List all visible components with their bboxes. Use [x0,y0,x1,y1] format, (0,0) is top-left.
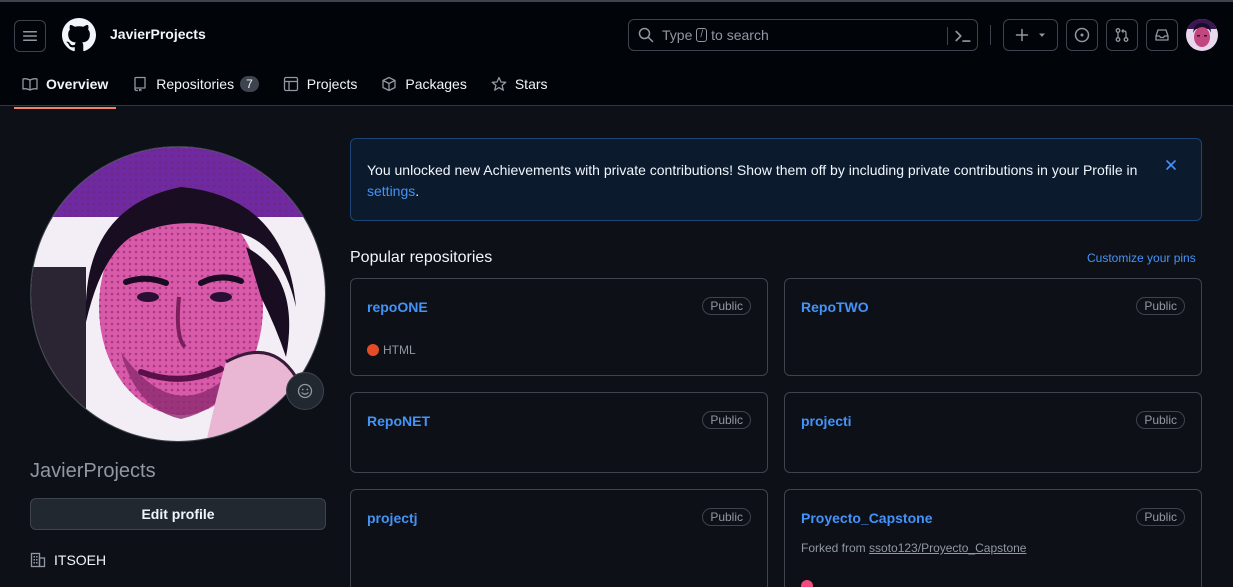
repo-card: repoONE Public HTML [350,278,768,376]
repo-name-link[interactable]: projectj [367,510,418,526]
hamburger-icon [23,31,37,41]
organization-name: ITSOEH [54,552,107,568]
settings-link[interactable]: settings [367,183,415,199]
app-header: JavierProjects Type / to search Overview… [0,0,1233,109]
search-prefix: Type [662,27,693,43]
repo-name-link[interactable]: projecti [801,413,852,429]
repo-name-link[interactable]: RepoNET [367,413,430,429]
git-pull-request-icon [1115,28,1129,42]
book-icon [22,78,38,91]
close-icon[interactable] [1163,157,1179,173]
tab-overview[interactable]: Overview [14,66,117,109]
user-avatar[interactable] [1186,19,1218,51]
avatar-portrait-icon [1186,19,1218,51]
tab-repositories[interactable]: Repositories 7 [124,66,267,102]
popular-repositories-heading: Popular repositories [350,249,493,266]
repo-card: projecti Public [784,392,1202,473]
banner-text: You unlocked new Achievements with priva… [367,162,1138,178]
search-placeholder: Type / to search [662,27,769,43]
language-color-dot [801,580,813,587]
pull-requests-button[interactable] [1106,19,1138,51]
repo-language [801,580,817,587]
tab-projects[interactable]: Projects [275,66,366,102]
tab-packages-label: Packages [405,76,467,92]
repo-card: projectj Public [350,489,768,587]
tab-projects-label: Projects [306,76,358,92]
menu-button[interactable] [14,20,46,52]
search-suffix: to search [711,27,769,43]
repo-card: RepoTWO Public [784,278,1202,376]
table-icon [283,76,298,92]
tab-stars[interactable]: Stars [483,66,556,102]
set-status-button[interactable] [286,372,324,410]
visibility-badge: Public [702,508,751,526]
search-divider [947,27,948,45]
inbox-button[interactable] [1146,19,1178,51]
banner-message: You unlocked new Achievements with priva… [367,160,1157,202]
plus-icon [1015,28,1028,42]
repo-card: RepoNET Public [350,392,768,473]
language-color-dot [367,344,379,356]
repositories-count: 7 [240,76,259,92]
github-logo-icon[interactable] [62,18,96,52]
command-palette-icon[interactable] [954,27,972,45]
search-input[interactable]: Type / to search [628,19,978,51]
triangle-down-icon [1038,33,1045,37]
issue-opened-icon [1074,27,1090,43]
visibility-badge: Public [702,297,751,315]
forked-from-link[interactable]: ssoto123/Proyecto_Capstone [869,541,1026,555]
repo-name-link[interactable]: Proyecto_Capstone [801,510,932,526]
profile-organization: ITSOEH [30,552,106,568]
tab-repositories-label: Repositories [156,76,235,92]
repo-name-link[interactable]: RepoTWO [801,299,869,315]
tab-stars-label: Stars [514,76,548,92]
forked-from-prefix: Forked from [801,541,866,555]
issues-button[interactable] [1066,19,1098,51]
tab-overview-label: Overview [46,76,109,92]
search-icon [638,27,654,43]
star-icon [491,76,507,91]
visibility-badge: Public [702,411,751,429]
repo-name-link[interactable]: repoONE [367,299,428,315]
repo-language: HTML [367,343,416,357]
repo-language-name: HTML [383,343,416,357]
visibility-badge: Public [1136,508,1185,526]
search-shortcut-key: / [696,28,708,42]
achievements-banner: You unlocked new Achievements with priva… [350,138,1202,221]
profile-avatar[interactable] [30,146,326,442]
inbox-icon [1155,29,1169,41]
package-icon [382,76,397,92]
customize-pins-link[interactable]: Customize your pins [1087,251,1196,265]
visibility-badge: Public [1136,411,1185,429]
edit-profile-button[interactable]: Edit profile [30,498,326,530]
tab-packages[interactable]: Packages [373,66,474,102]
forked-from: Forked from ssoto123/Proyecto_Capstone [801,541,1026,555]
profile-username: JavierProjects [30,460,156,482]
smiley-icon [297,383,313,399]
profile-portrait-icon [31,147,325,441]
header-divider [990,25,991,45]
repo-icon [134,76,146,92]
banner-text-end: . [415,183,420,199]
repo-card: Proyecto_Capstone Public Forked from sso… [784,489,1202,587]
visibility-badge: Public [1136,297,1185,315]
profile-tabs: Overview Repositories 7 Projects Package… [14,66,564,109]
organization-icon [30,552,46,568]
create-new-button[interactable] [1003,19,1058,51]
header-username[interactable]: JavierProjects [110,26,206,42]
